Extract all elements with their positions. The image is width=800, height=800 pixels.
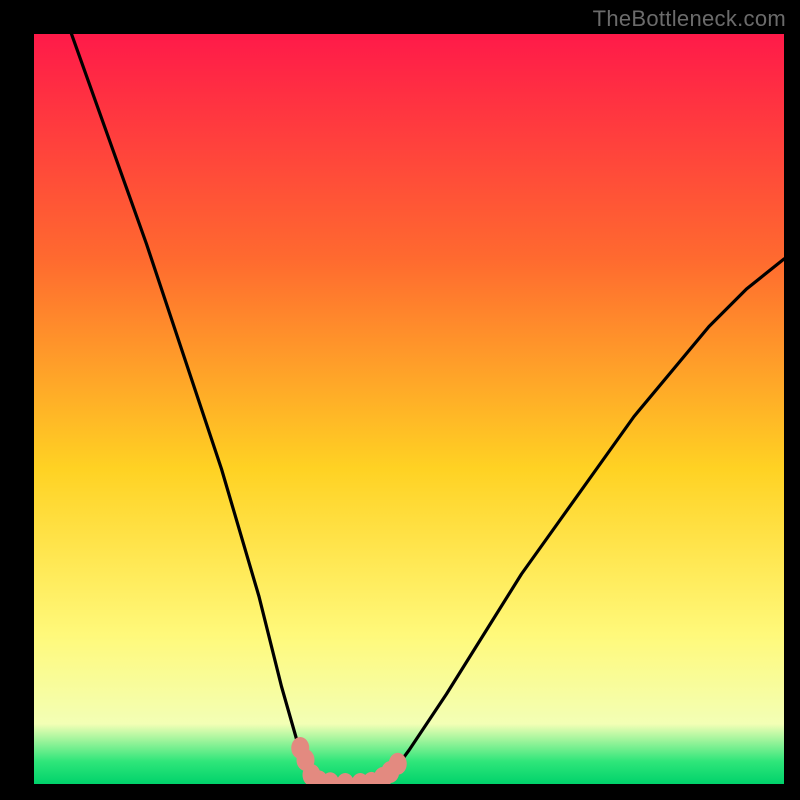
watermark-text: TheBottleneck.com (593, 6, 786, 32)
data-marker (389, 753, 407, 775)
chart-frame: TheBottleneck.com (0, 0, 800, 800)
gradient-bg (34, 34, 784, 784)
plot-area (34, 34, 784, 784)
plot-svg (34, 34, 784, 784)
